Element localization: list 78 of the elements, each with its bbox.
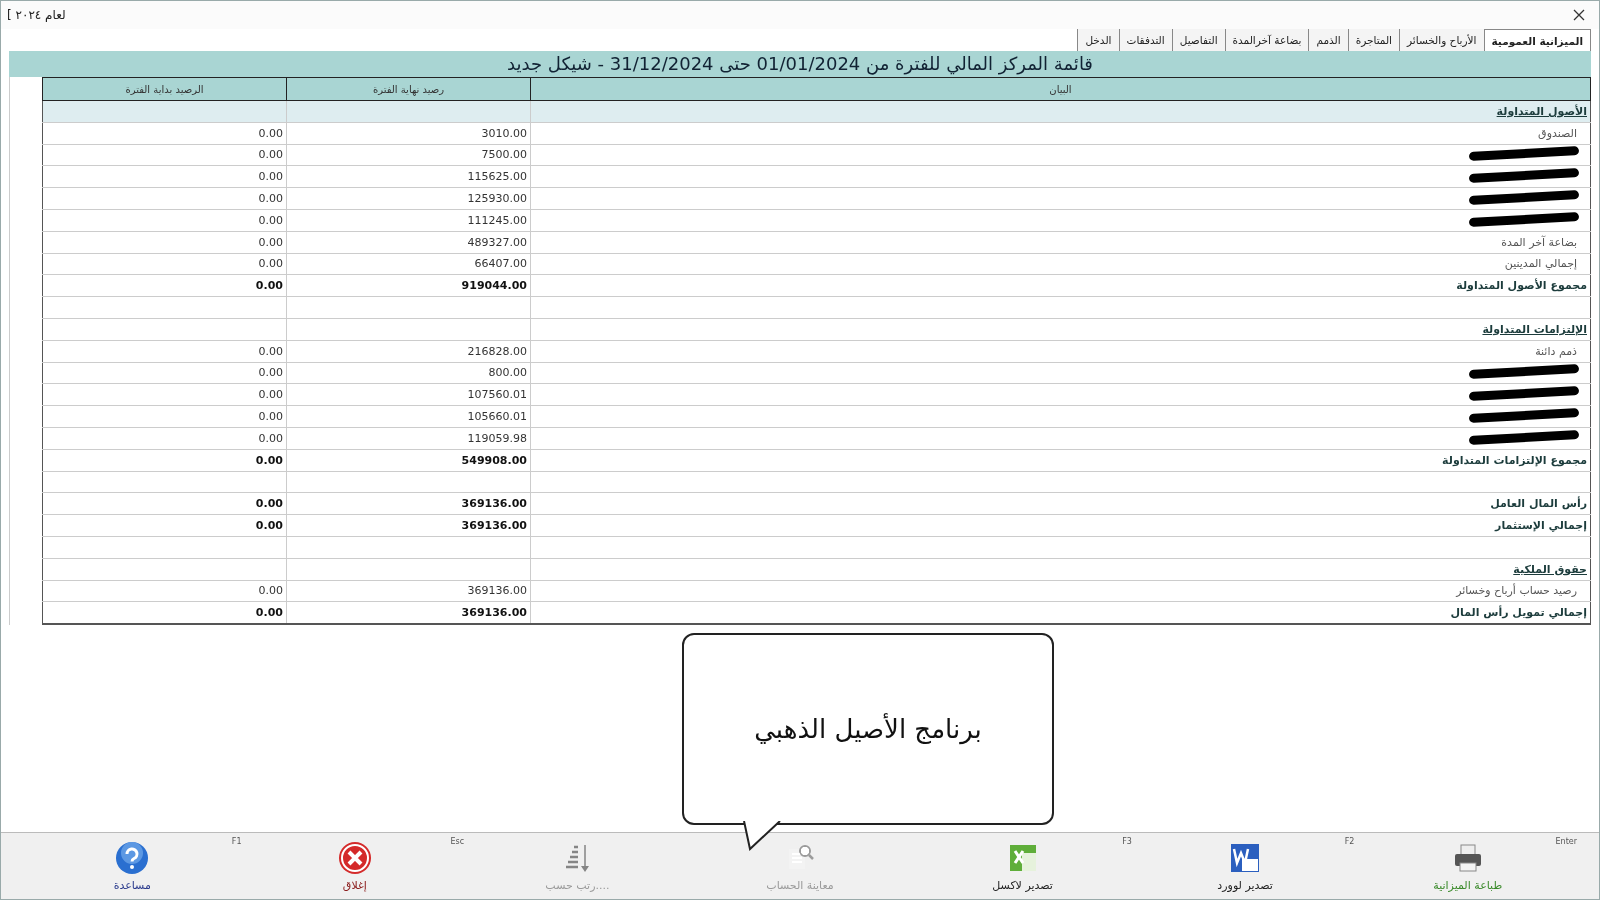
amount: 107560.01 — [467, 388, 527, 402]
total-label: مجموع الإلتزامات المتداولة — [1442, 453, 1587, 467]
amount: 0.00 — [255, 453, 283, 467]
amount: 105660.01 — [467, 410, 527, 424]
report-title: قائمة المركز المالي للفترة من 01/01/2024 حتى 31/12/2024 - شيكل جديد — [9, 51, 1591, 77]
column-header: الرصيد بداية الفترة — [42, 77, 287, 101]
amount: 0.00 — [258, 192, 283, 206]
shortcut-key: F1 — [231, 837, 242, 846]
amount: 369136.00 — [461, 497, 527, 511]
amount: 369136.00 — [461, 519, 527, 533]
amount: 800.00 — [488, 366, 527, 380]
amount: 0.00 — [258, 431, 283, 445]
tab[interactable]: الدخل — [1077, 29, 1119, 51]
tab[interactable]: الميزانية العمومية — [1483, 29, 1591, 51]
help-icon — [115, 840, 150, 875]
button-label: تصدير لاكسل — [992, 878, 1053, 892]
tab[interactable]: الذمم — [1308, 29, 1348, 51]
amount: 0.00 — [258, 170, 283, 184]
total-label: مجموع الأصول المتداولة — [1456, 279, 1587, 293]
column-header: البيان — [530, 77, 1591, 101]
amount: 0.00 — [258, 344, 283, 358]
amount: 111245.00 — [467, 213, 527, 227]
amount: 0.00 — [258, 257, 283, 271]
column-header: رصيد نهاية الفترة — [286, 77, 531, 101]
account-name: بضاعة آخر المدة — [1501, 235, 1578, 249]
button-label: تصدير لوورد — [1217, 878, 1273, 892]
close-icon[interactable] — [1571, 7, 1587, 23]
amount: 7500.00 — [481, 148, 527, 162]
amount: 0.00 — [258, 235, 283, 249]
amount: 115625.00 — [467, 170, 527, 184]
section-heading: حقوق الملكية — [1513, 562, 1587, 576]
amount: 0.00 — [258, 148, 283, 162]
amount: 0.00 — [255, 279, 283, 293]
close-icon — [337, 840, 372, 875]
amount: 0.00 — [258, 410, 283, 424]
button-label: ....رتب حسب — [545, 878, 610, 892]
amount: 369136.00 — [467, 584, 527, 598]
shortcut-key: Enter — [1555, 837, 1577, 846]
amount: 489327.00 — [467, 235, 527, 249]
button-label: إغلاق — [342, 878, 367, 892]
amount: 119059.98 — [467, 431, 527, 445]
button-label: معاينة الحساب — [766, 878, 834, 892]
amount: 66407.00 — [474, 257, 527, 271]
window-title: لعام ٢٠٢٤ ] — [7, 8, 66, 22]
amount: 549908.00 — [461, 453, 527, 467]
account-name: إجمالي المدينين — [1504, 257, 1578, 271]
tab[interactable]: بضاعة آخرالمدة — [1224, 29, 1309, 51]
account-name: ذمم دائنة — [1535, 344, 1578, 358]
amount: 216828.00 — [467, 344, 527, 358]
amount: 0.00 — [258, 126, 283, 140]
amount: 0.00 — [255, 519, 283, 533]
tab[interactable]: التدفقات — [1118, 29, 1172, 51]
section-heading: الإلتزامات المتداولة — [1482, 322, 1587, 336]
amount: 125930.00 — [467, 192, 527, 206]
tab[interactable]: الأرباح والخسائر — [1399, 29, 1484, 51]
amount: 0.00 — [255, 497, 283, 511]
section-heading: الأصول المتداولة — [1496, 104, 1587, 118]
amount: 0.00 — [258, 584, 283, 598]
button-label: مساعدة — [113, 878, 151, 892]
callout-text: برنامج الأصيل الذهبي — [754, 714, 982, 744]
amount: 0.00 — [255, 606, 283, 620]
tab[interactable]: التفاصيل — [1171, 29, 1225, 51]
account-name: الصندوق — [1538, 126, 1578, 140]
amount: 919044.00 — [461, 279, 527, 293]
account-name: رصيد حساب أرباح وخسائر — [1456, 584, 1578, 598]
shortcut-key: Esc — [450, 837, 465, 846]
amount: 0.00 — [258, 366, 283, 380]
amount: 3010.00 — [481, 126, 527, 140]
total-label: رأس المال العامل — [1490, 497, 1587, 511]
total-label: إجمالي الإستثمار — [1495, 519, 1587, 533]
total-label: إجمالي تمويل رأس المال — [1450, 606, 1587, 620]
tab[interactable]: المتاجرة — [1347, 29, 1400, 51]
amount: 369136.00 — [461, 606, 527, 620]
shortcut-key: F2 — [1344, 837, 1355, 846]
amount: 0.00 — [258, 388, 283, 402]
button-label: طباعة الميزانية — [1433, 878, 1503, 892]
amount: 0.00 — [258, 213, 283, 227]
shortcut-key: F3 — [1122, 837, 1132, 846]
